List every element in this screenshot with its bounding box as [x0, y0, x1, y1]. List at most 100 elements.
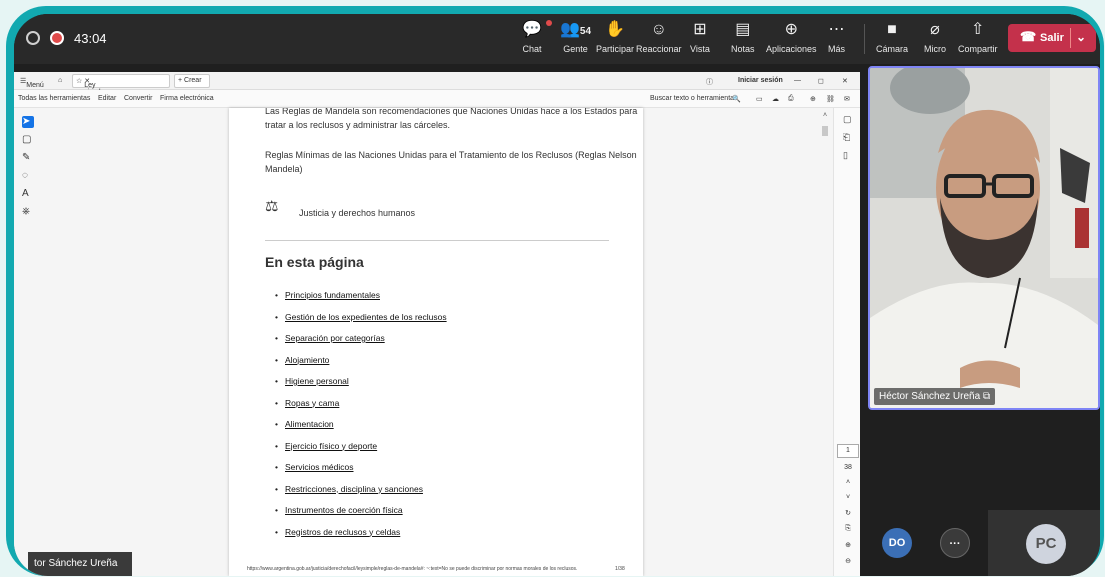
- more-button[interactable]: ⋯ Más: [828, 20, 845, 54]
- list-item: • Ropas y cama: [275, 397, 340, 408]
- close-icon[interactable]: ✕: [842, 77, 848, 85]
- participants-strip: DO ··· PC: [868, 510, 1100, 576]
- cloud-icon[interactable]: ☁: [772, 95, 779, 103]
- toc-link[interactable]: Principios fundamentales: [285, 290, 380, 300]
- stamp-tool-icon[interactable]: ⎈: [22, 206, 34, 218]
- pdf-tab-bar: ☰ Menú ⌂ ☆ Ley simple_ Reglas ... ✕ + Cr…: [14, 72, 860, 110]
- toc-link[interactable]: Servicios médicos: [285, 462, 354, 472]
- leave-button[interactable]: ☎ Salir ⌄: [1008, 24, 1096, 52]
- participant-video-tile[interactable]: Héctor Sánchez Ureña ⧉: [868, 66, 1100, 410]
- participant-tile-pc[interactable]: PC: [988, 510, 1100, 576]
- toc-link[interactable]: Ejercicio físico y deporte: [285, 441, 377, 451]
- more-participants-button[interactable]: ···: [940, 528, 970, 558]
- pdf-tools-sidebar: ➤ ▢ ✎ ◌ A ⎈: [18, 112, 38, 252]
- toc-link[interactable]: Separación por categorías: [285, 333, 385, 343]
- doc-divider: [265, 240, 609, 241]
- doc-heading: En esta página: [265, 254, 364, 270]
- meeting-toolbar: 43:04 💬 Chat 👥54 Gente ✋ Participar ☺ Re…: [14, 14, 1100, 64]
- scroll-up-icon[interactable]: ˄: [820, 112, 830, 119]
- recording-icon: [50, 31, 64, 45]
- page-down-icon[interactable]: ˅: [837, 494, 859, 501]
- lasso-tool-icon[interactable]: ◌: [22, 170, 34, 182]
- raise-hand-button[interactable]: ✋ Participar: [596, 20, 634, 54]
- minimize-icon[interactable]: —: [794, 77, 801, 84]
- pages-icon[interactable]: ▯: [843, 150, 848, 161]
- chat-unread-dot: [546, 20, 552, 26]
- pen-tool-icon[interactable]: ✎: [22, 152, 34, 164]
- doc-paragraph-1a: Las Reglas de Mandela son recomendacione…: [265, 108, 638, 116]
- people-icon: 👥54: [560, 21, 592, 38]
- notes-icon: ▤: [735, 21, 751, 38]
- menu-esign[interactable]: Firma electrónica: [160, 95, 214, 102]
- fit-page-icon[interactable]: ⎘: [837, 525, 859, 533]
- page-up-icon[interactable]: ˄: [837, 479, 859, 486]
- mic-button[interactable]: ⌀ Micro: [924, 20, 946, 54]
- zoom-out-icon[interactable]: ⊖: [837, 557, 859, 565]
- menu-all-tools[interactable]: Todas las herramientas: [18, 95, 90, 102]
- teams-meeting-window: 43:04 💬 Chat 👥54 Gente ✋ Participar ☺ Re…: [14, 14, 1100, 576]
- toc-link[interactable]: Restricciones, disciplina y sanciones: [285, 484, 423, 494]
- link-icon[interactable]: ⛓: [826, 95, 835, 103]
- toc-link[interactable]: Ropas y cama: [285, 398, 339, 408]
- select-tool-icon[interactable]: ➤: [22, 116, 34, 128]
- list-item: • Registros de reclusos y celdas: [275, 526, 401, 537]
- scroll-thumb[interactable]: [822, 126, 828, 136]
- camera-button[interactable]: ■ Cámara: [876, 20, 908, 54]
- screen-share-icon: ⧉: [982, 391, 991, 402]
- menu-button[interactable]: ☰ Menú: [20, 77, 44, 89]
- export-icon[interactable]: ⎗: [843, 132, 850, 143]
- presenter-name-label: tor Sánchez Ureña: [28, 552, 132, 576]
- print-icon[interactable]: ⎙: [788, 95, 794, 103]
- chevron-down-icon[interactable]: ⌄: [1076, 30, 1086, 44]
- email-icon[interactable]: ✉: [844, 95, 850, 103]
- toc-link[interactable]: Instrumentos de coerción física: [285, 505, 403, 515]
- doc-toc-list: • Principios fundamentales • Gestión de lo…: [275, 290, 447, 548]
- leave-divider: [1070, 28, 1071, 48]
- list-item: • Alimentacion: [275, 419, 334, 429]
- signin-link[interactable]: Iniciar sesión: [738, 77, 783, 84]
- text-tool-icon[interactable]: A: [22, 188, 34, 200]
- search-input[interactable]: Buscar texto o herramientas: [650, 95, 738, 102]
- search-icon[interactable]: 🔍: [732, 95, 741, 103]
- people-button[interactable]: 👥54 Gente: [560, 20, 591, 54]
- menu-edit[interactable]: Editar: [98, 95, 116, 102]
- document-gutter-right: [643, 108, 833, 576]
- react-button[interactable]: ☺ Reaccionar: [636, 20, 682, 54]
- doc-footer-page: 1/38: [615, 566, 625, 572]
- doc-footer-url: https://www.argentina.gob.ar/justicia/de…: [247, 566, 578, 572]
- pdf-menu-bar: Todas las herramientas Editar Convertir …: [14, 90, 860, 108]
- help-icon[interactable]: ⓘ: [706, 77, 713, 87]
- list-item: • Instrumentos de coerción física: [275, 505, 403, 515]
- create-tab-label: + Crear: [178, 77, 202, 84]
- view-button[interactable]: ⊞ Vista: [690, 20, 710, 54]
- menu-convert[interactable]: Convertir: [124, 95, 152, 102]
- toc-link[interactable]: Higiene personal: [285, 376, 349, 386]
- grid-icon: ⊞: [693, 21, 707, 38]
- camera-off-icon: ■: [887, 21, 897, 38]
- toc-link[interactable]: Alimentacion: [285, 419, 334, 429]
- participant-video-image: [870, 68, 1098, 408]
- page-total: 38: [844, 464, 852, 471]
- comment-icon[interactable]: ▢: [843, 114, 852, 125]
- home-icon[interactable]: ⌂: [58, 77, 62, 84]
- avatar[interactable]: DO: [882, 528, 912, 558]
- toc-link[interactable]: Gestión de los expedientes de los reclus…: [285, 312, 447, 322]
- zoom-in-icon[interactable]: ⊕: [837, 541, 859, 549]
- toc-link[interactable]: Registros de reclusos y celdas: [285, 527, 400, 537]
- doc-paragraph-2b: Mandela): [265, 164, 303, 174]
- comment-tool-icon[interactable]: ▢: [22, 134, 34, 146]
- page-number-input[interactable]: 1: [837, 444, 859, 458]
- refresh-icon[interactable]: ↻: [837, 509, 859, 517]
- chat-button[interactable]: 💬 Chat: [522, 20, 542, 54]
- thumbnail-icon[interactable]: ▭: [756, 95, 763, 103]
- document-tab-title: ☆ Ley simple_ Reglas ... ✕: [76, 78, 108, 110]
- share-button[interactable]: ⇧ Compartir: [958, 20, 998, 54]
- zoom-icon[interactable]: ⊕: [810, 95, 816, 103]
- raise-hand-icon: ✋: [605, 21, 625, 38]
- toc-link[interactable]: Alojamiento: [285, 355, 329, 365]
- apps-button[interactable]: ⊕ Aplicaciones: [766, 20, 817, 54]
- vertical-scrollbar[interactable]: ˄: [820, 112, 830, 572]
- notes-button[interactable]: ▤ Notas: [731, 20, 755, 54]
- list-item: • Principios fundamentales: [275, 290, 380, 300]
- maximize-icon[interactable]: ◻: [818, 77, 824, 85]
